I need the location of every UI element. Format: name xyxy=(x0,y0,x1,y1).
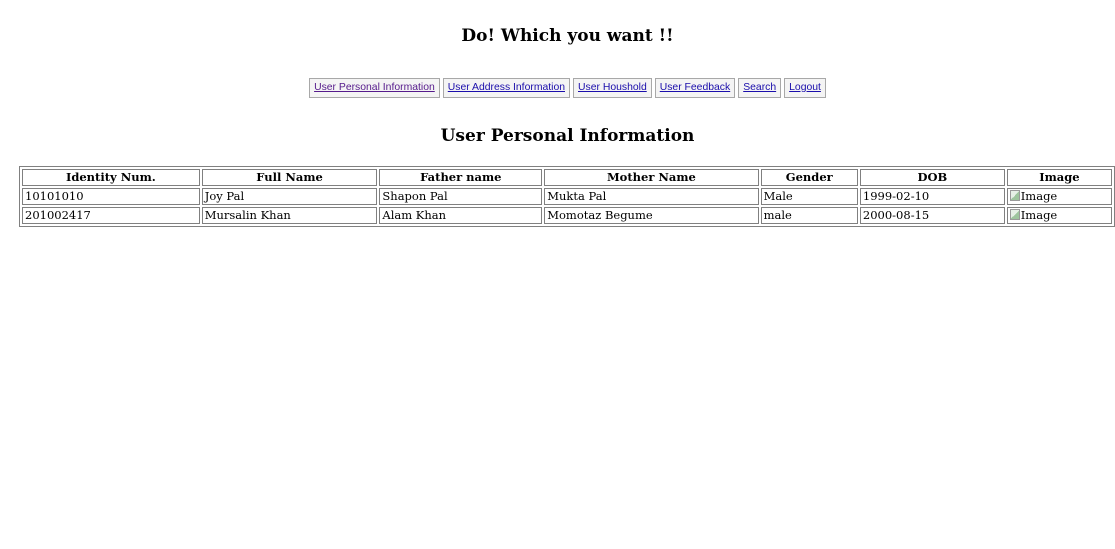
broken-image-icon xyxy=(1009,209,1020,220)
section-title: User Personal Information xyxy=(440,126,695,146)
cell-image: Image xyxy=(1006,188,1112,205)
column-header-dob: DOB xyxy=(859,169,1005,186)
cell-father-name: Shapon Pal xyxy=(379,188,543,205)
cell-identity: 10101010 xyxy=(22,188,200,205)
broken-image-icon xyxy=(1009,190,1020,201)
table-row: 10101010 Joy Pal Shapon Pal Mukta Pal Ma… xyxy=(22,188,1112,205)
personal-info-table: Identity Num. Full Name Father name Moth… xyxy=(19,166,1115,227)
image-alt-text: Image xyxy=(1020,189,1058,203)
nav-user-address-information-button[interactable]: User Address Information xyxy=(442,78,570,98)
nav-user-feedback-button[interactable]: User Feedback xyxy=(654,78,736,98)
table-header-row: Identity Num. Full Name Father name Moth… xyxy=(22,169,1112,186)
nav-logout-button[interactable]: Logout xyxy=(784,78,826,98)
column-header-image: Image xyxy=(1006,169,1112,186)
cell-identity: 201002417 xyxy=(22,207,200,224)
cell-full-name: Joy Pal xyxy=(201,188,378,205)
cell-image: Image xyxy=(1006,207,1112,224)
nav-bar: User Personal Information User Address I… xyxy=(0,78,1115,98)
nav-user-personal-information-button[interactable]: User Personal Information xyxy=(309,78,440,98)
image-alt-text: Image xyxy=(1020,208,1058,222)
cell-gender: Male xyxy=(760,188,858,205)
column-header-gender: Gender xyxy=(760,169,858,186)
cell-mother-name: Mukta Pal xyxy=(544,188,759,205)
cell-dob: 1999-02-10 xyxy=(859,188,1005,205)
nav-search-button[interactable]: Search xyxy=(738,78,782,98)
cell-gender: male xyxy=(760,207,858,224)
column-header-full-name: Full Name xyxy=(201,169,378,186)
cell-father-name: Alam Khan xyxy=(379,207,543,224)
cell-mother-name: Momotaz Begume xyxy=(544,207,759,224)
cell-dob: 2000-08-15 xyxy=(859,207,1005,224)
cell-full-name: Mursalin Khan xyxy=(201,207,378,224)
nav-user-houshold-button[interactable]: User Houshold xyxy=(573,78,652,98)
column-header-identity: Identity Num. xyxy=(22,169,200,186)
column-header-mother-name: Mother Name xyxy=(544,169,759,186)
page-title: Do! Which you want !! xyxy=(461,26,674,46)
column-header-father-name: Father name xyxy=(379,169,543,186)
table-row: 201002417 Mursalin Khan Alam Khan Momota… xyxy=(22,207,1112,224)
